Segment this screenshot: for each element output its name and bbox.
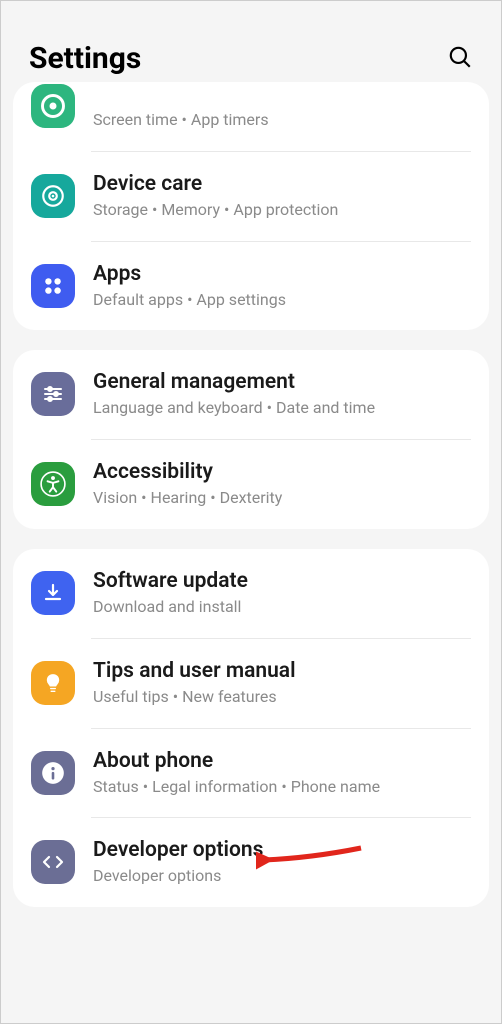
info-icon xyxy=(40,760,66,786)
update-icon xyxy=(41,581,65,605)
settings-item-about-phone[interactable]: About phone Status • Legal information •… xyxy=(31,729,471,818)
settings-item-title: Developer options xyxy=(93,838,471,862)
settings-item-title: Software update xyxy=(93,569,471,593)
code-icon xyxy=(41,850,65,874)
settings-item-tips[interactable]: Tips and user manual Useful tips • New f… xyxy=(31,639,471,728)
sliders-icon xyxy=(41,382,65,406)
settings-item-subtitle: Screen time • App timers xyxy=(93,110,471,131)
settings-item-apps[interactable]: Apps Default apps • App settings xyxy=(31,242,471,331)
wellbeing-icon xyxy=(39,92,67,120)
settings-item-subtitle: Useful tips • New features xyxy=(93,687,471,708)
lightbulb-icon xyxy=(42,672,64,694)
settings-item-subtitle: Default apps • App settings xyxy=(93,290,471,311)
settings-item-general-management[interactable]: General management Language and keyboard… xyxy=(31,350,471,439)
settings-item-subtitle: Language and keyboard • Date and time xyxy=(93,398,471,419)
page-title: Settings xyxy=(29,41,141,76)
settings-item-title: General management xyxy=(93,370,471,394)
settings-item-title: Tips and user manual xyxy=(93,659,471,683)
device-care-icon xyxy=(40,183,66,209)
settings-item-subtitle: Storage • Memory • App protection xyxy=(93,200,471,221)
settings-item-subtitle: Download and install xyxy=(93,597,471,618)
settings-item-subtitle: Developer options xyxy=(93,866,471,887)
settings-item-title: About phone xyxy=(93,749,471,773)
search-icon[interactable] xyxy=(447,44,473,74)
settings-item-developer-options[interactable]: Developer options Developer options xyxy=(31,818,471,907)
accessibility-icon xyxy=(40,471,66,497)
apps-icon xyxy=(42,275,64,297)
settings-item-subtitle: Status • Legal information • Phone name xyxy=(93,777,471,798)
settings-item-title: Accessibility xyxy=(93,460,471,484)
settings-item-digital-wellbeing[interactable]: controls Screen time • App timers xyxy=(31,82,471,151)
settings-item-title: Apps xyxy=(93,262,471,286)
settings-item-software-update[interactable]: Software update Download and install xyxy=(31,549,471,638)
settings-item-title: Device care xyxy=(93,172,471,196)
settings-item-device-care[interactable]: Device care Storage • Memory • App prote… xyxy=(31,152,471,241)
settings-item-accessibility[interactable]: Accessibility Vision • Hearing • Dexteri… xyxy=(31,440,471,529)
settings-item-subtitle: Vision • Hearing • Dexterity xyxy=(93,488,471,509)
